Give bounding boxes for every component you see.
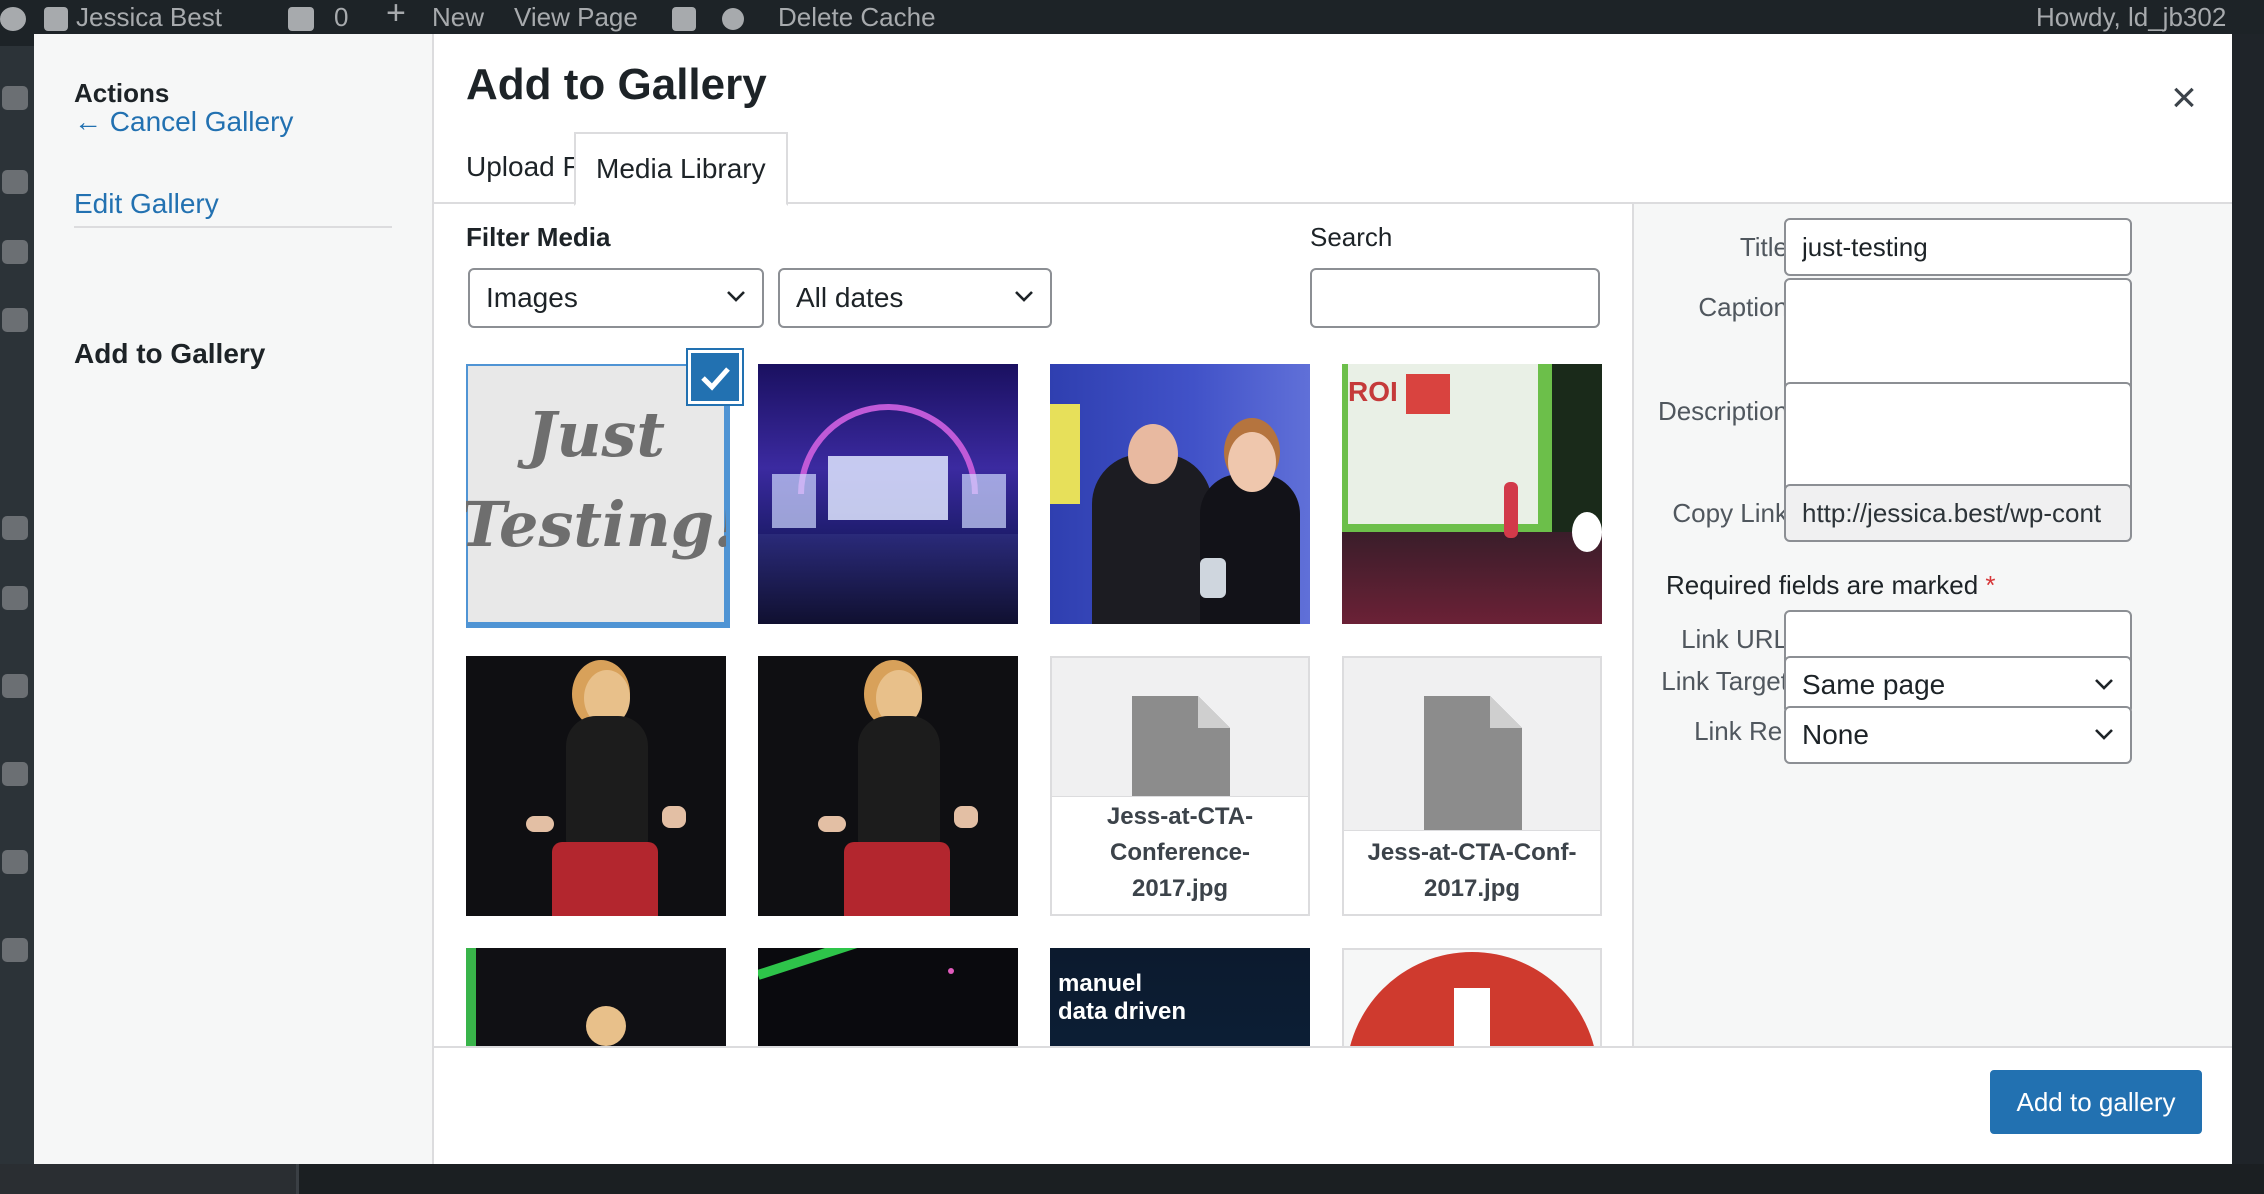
admin-bar-delete-cache[interactable]: Delete Cache — [778, 4, 936, 30]
plugins-icon — [2, 674, 28, 698]
document-icon — [1424, 696, 1522, 832]
chevron-down-icon — [1015, 291, 1033, 302]
document-filename-line: Jess-at-CTA- — [1106, 803, 1254, 830]
tab-media-library[interactable]: Media Library — [574, 132, 788, 206]
document-filename-line: 2017.jpg — [1131, 875, 1229, 902]
chevron-down-icon — [2095, 679, 2113, 690]
attachment-thumbnail[interactable]: Just Testing! — [466, 364, 730, 628]
document-filename-line: Conference- — [1109, 839, 1251, 866]
document-filename-line: Jess-at-CTA-Conf- — [1367, 839, 1577, 866]
copy-link-label: Copy Link — [1672, 498, 1788, 528]
background-page-footer — [0, 1164, 2264, 1194]
admin-side-menu — [0, 46, 34, 1194]
required-star: * — [1985, 570, 1996, 600]
menu-separator — [74, 226, 392, 228]
link-target-value: Same page — [1802, 669, 1946, 700]
search-input[interactable] — [1310, 268, 1600, 328]
home-icon[interactable] — [44, 4, 68, 32]
appearance-icon — [2, 586, 28, 610]
slide-text: manuel — [1058, 970, 1143, 997]
modal-title: Add to Gallery — [466, 60, 767, 109]
media-icon — [2, 240, 28, 264]
date-filter[interactable]: All dates — [778, 268, 1052, 328]
admin-bar-new[interactable]: New — [432, 4, 484, 30]
search-label: Search — [1310, 222, 1393, 252]
media-type-filter[interactable]: Images — [468, 268, 764, 328]
thumbnail-text-line: Testing! — [466, 488, 726, 561]
admin-bar-howdy[interactable]: Howdy, ld_jb302 — [2036, 4, 2226, 30]
admin-bar-comments-count[interactable]: 0 — [334, 4, 348, 30]
add-to-gallery-menu-item[interactable]: Add to Gallery — [74, 338, 265, 370]
modal-footer-toolbar — [434, 1046, 2232, 1164]
admin-bar-view-page[interactable]: View Page — [514, 4, 638, 30]
dashboard-icon — [2, 86, 28, 110]
add-to-gallery-button[interactable]: Add to gallery — [1990, 1070, 2202, 1134]
yoast-icon[interactable] — [672, 4, 696, 32]
attachment-details: Title Caption Description Copy Link http… — [1632, 204, 2232, 1046]
users-icon — [2, 762, 28, 786]
attachment-thumbnail[interactable] — [758, 656, 1018, 916]
title-label: Title — [1739, 232, 1788, 262]
slide-text: data driven — [1058, 998, 1187, 1025]
date-filter-value: All dates — [796, 282, 904, 313]
document-icon — [1132, 696, 1230, 806]
close-icon[interactable]: × — [2160, 74, 2208, 122]
status-dot-icon — [722, 4, 744, 31]
media-type-filter-value: Images — [486, 282, 578, 313]
description-label: Description — [1657, 396, 1788, 426]
filter-media-label: Filter Media — [466, 222, 611, 252]
chevron-down-icon — [727, 291, 745, 302]
attachments-grid: Just Testing! ROI Jess-at-CTA- Conferenc… — [466, 364, 1656, 1074]
cancel-gallery-link[interactable]: ← Cancel Gallery — [74, 106, 293, 138]
pages-icon — [2, 308, 28, 332]
plus-icon[interactable]: + — [386, 0, 406, 30]
attachment-thumbnail[interactable]: ROI — [1342, 364, 1602, 624]
document-filename-line: 2017.jpg — [1423, 875, 1521, 902]
copy-link-field[interactable]: http://jessica.best/wp-cont — [1784, 484, 2132, 542]
caption-label: Caption — [1698, 292, 1788, 322]
required-fields-note: Required fields are marked * — [1666, 570, 1996, 601]
slide-text: ROI — [1348, 376, 1398, 407]
comments-icon[interactable] — [288, 4, 314, 32]
settings-icon — [2, 938, 28, 962]
attachment-thumbnail[interactable] — [758, 364, 1018, 624]
background-page-edge — [2232, 34, 2264, 1194]
link-url-label: Link URL — [1681, 624, 1788, 654]
required-fields-text: Required fields are marked — [1666, 570, 1979, 600]
link-target-label: Link Target — [1661, 666, 1788, 696]
media-frame-menu: Actions ← Cancel Gallery Edit Gallery Ad… — [34, 34, 434, 1164]
selected-check-icon[interactable] — [688, 350, 742, 404]
title-field[interactable] — [1784, 218, 2132, 276]
thumbnail-text-line: Just — [527, 398, 665, 471]
chevron-down-icon — [2095, 729, 2113, 740]
attachment-thumbnail[interactable] — [1050, 364, 1310, 624]
posts-icon — [2, 170, 28, 194]
link-rel-select[interactable]: None — [1784, 706, 2132, 764]
attachment-thumbnail[interactable] — [466, 656, 726, 916]
wordpress-logo-icon[interactable] — [0, 4, 26, 32]
attachment-document[interactable]: Jess-at-CTA-Conf- 2017.jpg — [1342, 656, 1602, 916]
menu-heading: Actions — [74, 78, 170, 108]
link-rel-label: Link Rel — [1694, 716, 1788, 746]
attachment-document[interactable]: Jess-at-CTA- Conference- 2017.jpg — [1050, 656, 1310, 916]
comments-menu-icon — [2, 516, 28, 540]
tools-icon — [2, 850, 28, 874]
media-modal: Actions ← Cancel Gallery Edit Gallery Ad… — [34, 34, 2232, 1164]
edit-gallery-link[interactable]: Edit Gallery — [74, 188, 219, 220]
link-rel-value: None — [1802, 719, 1869, 750]
admin-bar-site-name[interactable]: Jessica Best — [76, 4, 222, 30]
